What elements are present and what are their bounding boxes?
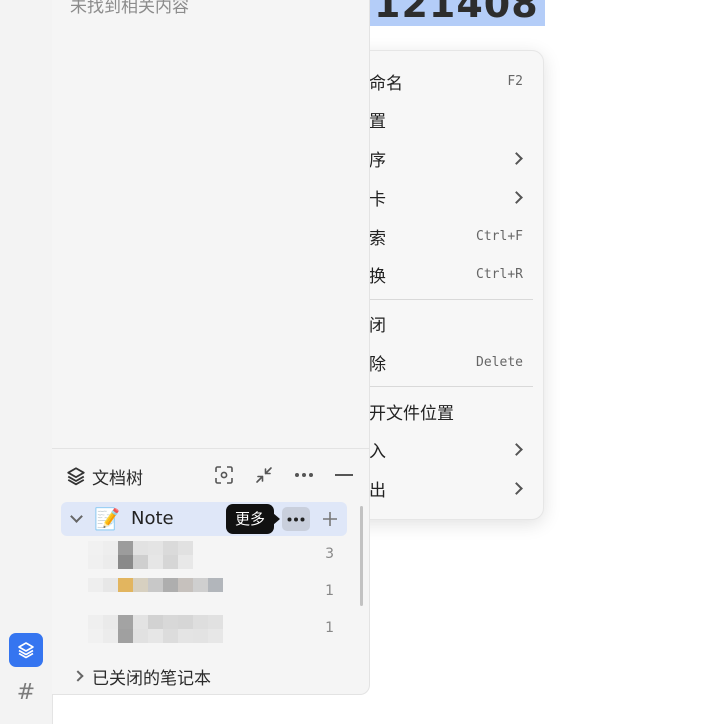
layers-icon[interactable] bbox=[9, 633, 43, 667]
more-tooltip: 更多 bbox=[226, 504, 281, 534]
notebook-more-button[interactable] bbox=[282, 507, 310, 531]
document-heading: 121408 bbox=[368, 0, 545, 26]
closed-notebooks-label: 已关闭的笔记本 bbox=[92, 668, 211, 689]
layers-icon-glyph bbox=[18, 642, 34, 659]
document-count: 1 bbox=[325, 620, 334, 636]
plus-icon bbox=[323, 512, 337, 526]
minimize-icon[interactable] bbox=[331, 462, 357, 488]
chevron-right-icon bbox=[510, 190, 523, 204]
tree-header: 文档树 bbox=[66, 463, 143, 489]
layers-icon bbox=[67, 467, 85, 486]
menu-divider bbox=[369, 299, 533, 300]
notebook-row[interactable]: 📝 Note bbox=[61, 502, 347, 536]
document-row[interactable]: 1 bbox=[88, 613, 334, 645]
more-icon bbox=[287, 517, 305, 521]
document-count: 1 bbox=[325, 583, 334, 599]
collapse-all-icon[interactable] bbox=[251, 462, 277, 488]
chevron-down-icon[interactable] bbox=[70, 510, 83, 523]
obscured-document-name bbox=[88, 578, 223, 606]
closed-notebooks-row[interactable]: 已关闭的笔记本 bbox=[72, 663, 211, 689]
chevron-right-icon bbox=[510, 151, 523, 165]
left-dock: # bbox=[0, 0, 53, 724]
tree-scrollbar[interactable] bbox=[360, 506, 363, 606]
document-row[interactable]: 3 bbox=[88, 539, 334, 571]
more-options-icon[interactable] bbox=[291, 462, 317, 488]
focus-icon[interactable] bbox=[211, 462, 237, 488]
obscured-document-name bbox=[88, 615, 223, 643]
obscured-document-name bbox=[88, 541, 223, 569]
document-row[interactable]: 1 bbox=[88, 576, 334, 608]
chevron-right-icon bbox=[510, 442, 523, 456]
file-tree-panel: 未找到相关内容 文档树 📝 Note 3 1 1 已关闭的笔记本 bbox=[52, 0, 370, 695]
tree-title: 文档树 bbox=[92, 468, 143, 489]
hash-icon[interactable]: # bbox=[9, 675, 43, 709]
notebook-name: Note bbox=[131, 508, 174, 529]
panel-divider bbox=[52, 448, 369, 449]
chevron-right-icon bbox=[510, 481, 523, 495]
search-empty-message: 未找到相关内容 bbox=[70, 0, 189, 17]
notebook-emoji-icon[interactable]: 📝 bbox=[94, 507, 120, 532]
menu-divider bbox=[369, 386, 533, 387]
add-document-button[interactable] bbox=[317, 506, 343, 532]
chevron-right-icon bbox=[72, 670, 84, 682]
document-count: 3 bbox=[325, 546, 334, 562]
